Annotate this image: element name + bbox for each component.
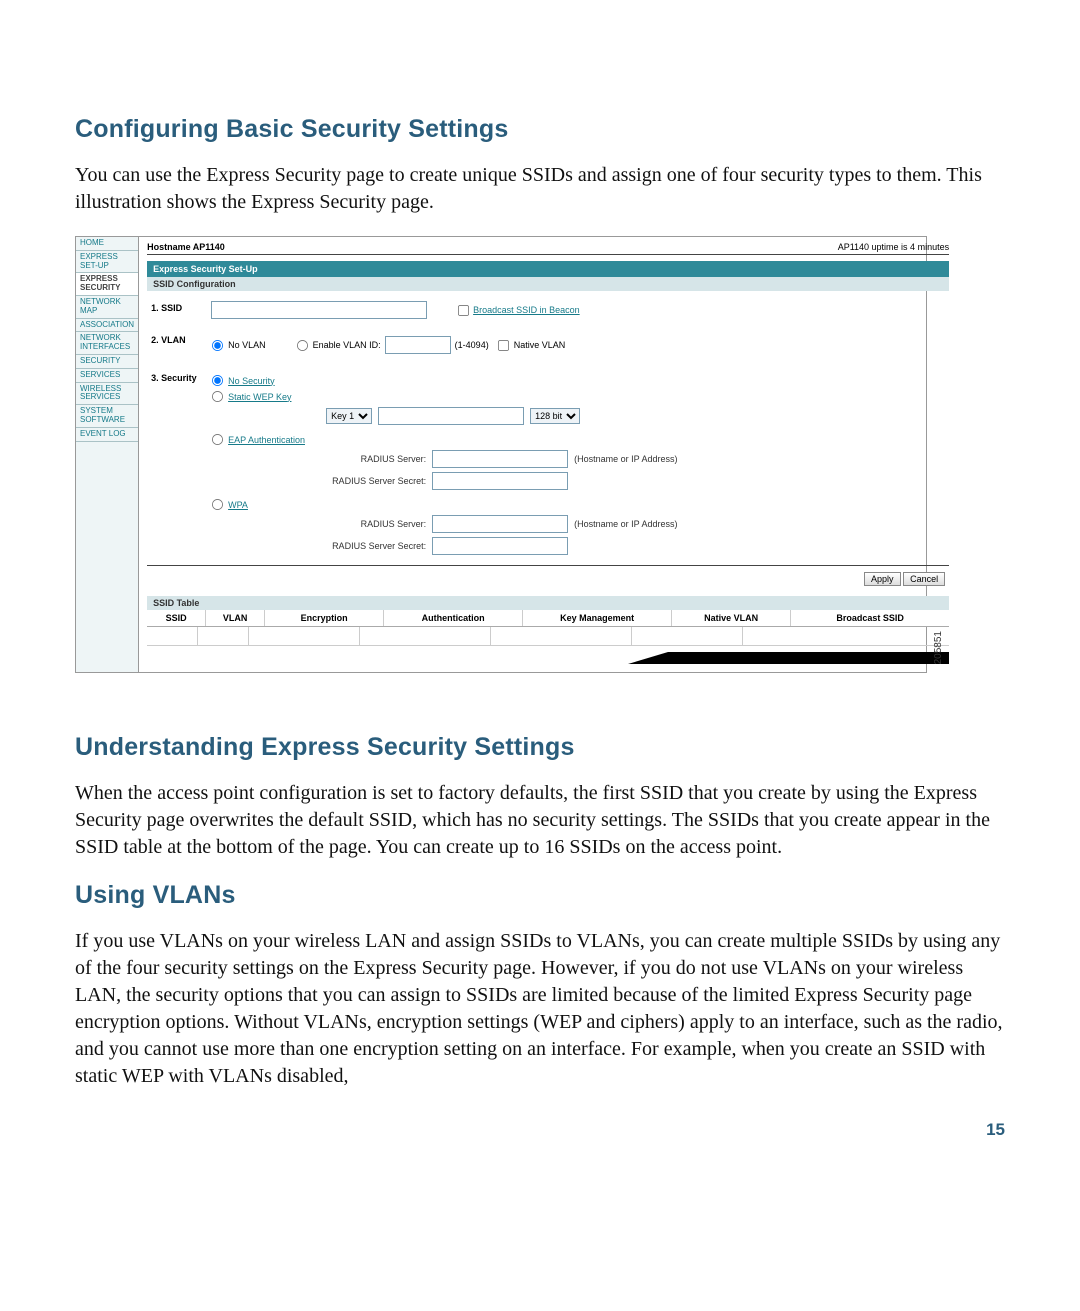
col-ssid: SSID	[147, 610, 206, 626]
uptime-label: AP1140 uptime is 4 minutes	[838, 242, 949, 252]
wep-key-select[interactable]: Key 1	[326, 408, 372, 424]
col-vlan: VLAN	[206, 610, 265, 626]
label-wpa-radius-secret: RADIUS Server Secret:	[326, 541, 426, 551]
radio-enable-vlan[interactable]	[297, 339, 308, 350]
wep-bits-select[interactable]: 128 bit	[530, 408, 580, 424]
paragraph-understanding: When the access point configuration is s…	[75, 780, 1005, 861]
figure-id: 205851	[933, 631, 944, 664]
label-eap-radius-hint: (Hostname or IP Address)	[574, 454, 677, 464]
hostname-label: Hostname AP1140	[147, 242, 225, 252]
sidebar-item-system-software[interactable]: SYSTEM SOFTWARE	[76, 405, 138, 428]
wpa-radius-server-input[interactable]	[432, 515, 568, 533]
native-vlan-checkbox[interactable]	[498, 339, 509, 350]
broadcast-ssid-checkbox[interactable]	[458, 304, 469, 315]
sidebar-item-express-set-up[interactable]: EXPRESS SET-UP	[76, 251, 138, 274]
wpa-radius-secret-input[interactable]	[432, 537, 568, 555]
label-enable-vlan: Enable VLAN ID:	[313, 340, 381, 350]
heading-understanding: Understanding Express Security Settings	[75, 733, 1005, 762]
ssid-input[interactable]	[211, 301, 427, 319]
link-static-wep[interactable]: Static WEP Key	[228, 392, 291, 402]
sidebar-item-home[interactable]: HOME	[76, 237, 138, 251]
label-vlan-range: (1-4094)	[455, 340, 489, 350]
apply-button[interactable]: Apply	[864, 572, 901, 586]
paragraph-intro: You can use the Express Security page to…	[75, 162, 1005, 216]
express-security-screenshot: HOMEEXPRESS SET-UPEXPRESS SECURITYNETWOR…	[75, 236, 927, 673]
col-authentication: Authentication	[384, 610, 523, 626]
figure-express-security: HOMEEXPRESS SET-UPEXPRESS SECURITYNETWOR…	[75, 236, 1005, 673]
paragraph-using-vlans: If you use VLANs on your wireless LAN an…	[75, 928, 1005, 1090]
sidebar-item-network-map[interactable]: NETWORK MAP	[76, 296, 138, 319]
col-key-management: Key Management	[523, 610, 672, 626]
eap-radius-server-input[interactable]	[432, 450, 568, 468]
subsection-ssid-config: SSID Configuration	[147, 277, 949, 291]
wep-key-input[interactable]	[378, 407, 524, 425]
ssid-table-header: SSIDVLANEncryptionAuthenticationKey Mana…	[147, 610, 949, 627]
ssid-table-empty-row	[147, 627, 949, 646]
section-bar-express-security: Express Security Set-Up	[147, 261, 949, 277]
link-wpa[interactable]: WPA	[228, 500, 248, 510]
sidebar-item-event-log[interactable]: EVENT LOG	[76, 428, 138, 442]
label-no-vlan: No VLAN	[228, 340, 266, 350]
sidebar-item-express-security[interactable]: EXPRESS SECURITY	[76, 273, 138, 296]
label-security: 3. Security	[151, 371, 211, 383]
sidebar-item-services[interactable]: SERVICES	[76, 369, 138, 383]
subsection-ssid-table: SSID Table	[147, 596, 949, 610]
sidebar-item-wireless-services[interactable]: WIRELESS SERVICES	[76, 383, 138, 406]
label-wpa-radius-server: RADIUS Server:	[326, 519, 426, 529]
cancel-button[interactable]: Cancel	[903, 572, 945, 586]
col-encryption: Encryption	[265, 610, 384, 626]
label-eap-radius-secret: RADIUS Server Secret:	[326, 476, 426, 486]
radio-wpa[interactable]	[212, 499, 223, 510]
broadcast-ssid-link[interactable]: Broadcast SSID in Beacon	[473, 305, 580, 315]
link-no-security[interactable]: No Security	[228, 376, 275, 386]
link-eap[interactable]: EAP Authentication	[228, 435, 305, 445]
col-broadcast-ssid: Broadcast SSID	[791, 610, 949, 626]
page-number: 15	[75, 1120, 1005, 1140]
sidebar-item-association[interactable]: ASSOCIATION	[76, 319, 138, 333]
radio-static-wep[interactable]	[212, 391, 223, 402]
sidebar-nav: HOMEEXPRESS SET-UPEXPRESS SECURITYNETWOR…	[76, 237, 139, 672]
label-eap-radius-server: RADIUS Server:	[326, 454, 426, 464]
heading-configuring: Configuring Basic Security Settings	[75, 115, 1005, 144]
label-ssid: 1. SSID	[151, 301, 211, 313]
radio-eap[interactable]	[212, 434, 223, 445]
radio-no-security[interactable]	[212, 375, 223, 386]
radio-no-vlan[interactable]	[212, 339, 223, 350]
sidebar-item-network-interfaces[interactable]: NETWORK INTERFACES	[76, 332, 138, 355]
eap-radius-secret-input[interactable]	[432, 472, 568, 490]
heading-using-vlans: Using VLANs	[75, 881, 1005, 910]
sidebar-item-security[interactable]: SECURITY	[76, 355, 138, 369]
col-native-vlan: Native VLAN	[672, 610, 791, 626]
footer-accent-bar	[147, 652, 949, 664]
label-vlan: 2. VLAN	[151, 333, 211, 345]
label-wpa-radius-hint: (Hostname or IP Address)	[574, 519, 677, 529]
label-native-vlan: Native VLAN	[514, 340, 566, 350]
vlan-id-input[interactable]	[385, 336, 451, 354]
